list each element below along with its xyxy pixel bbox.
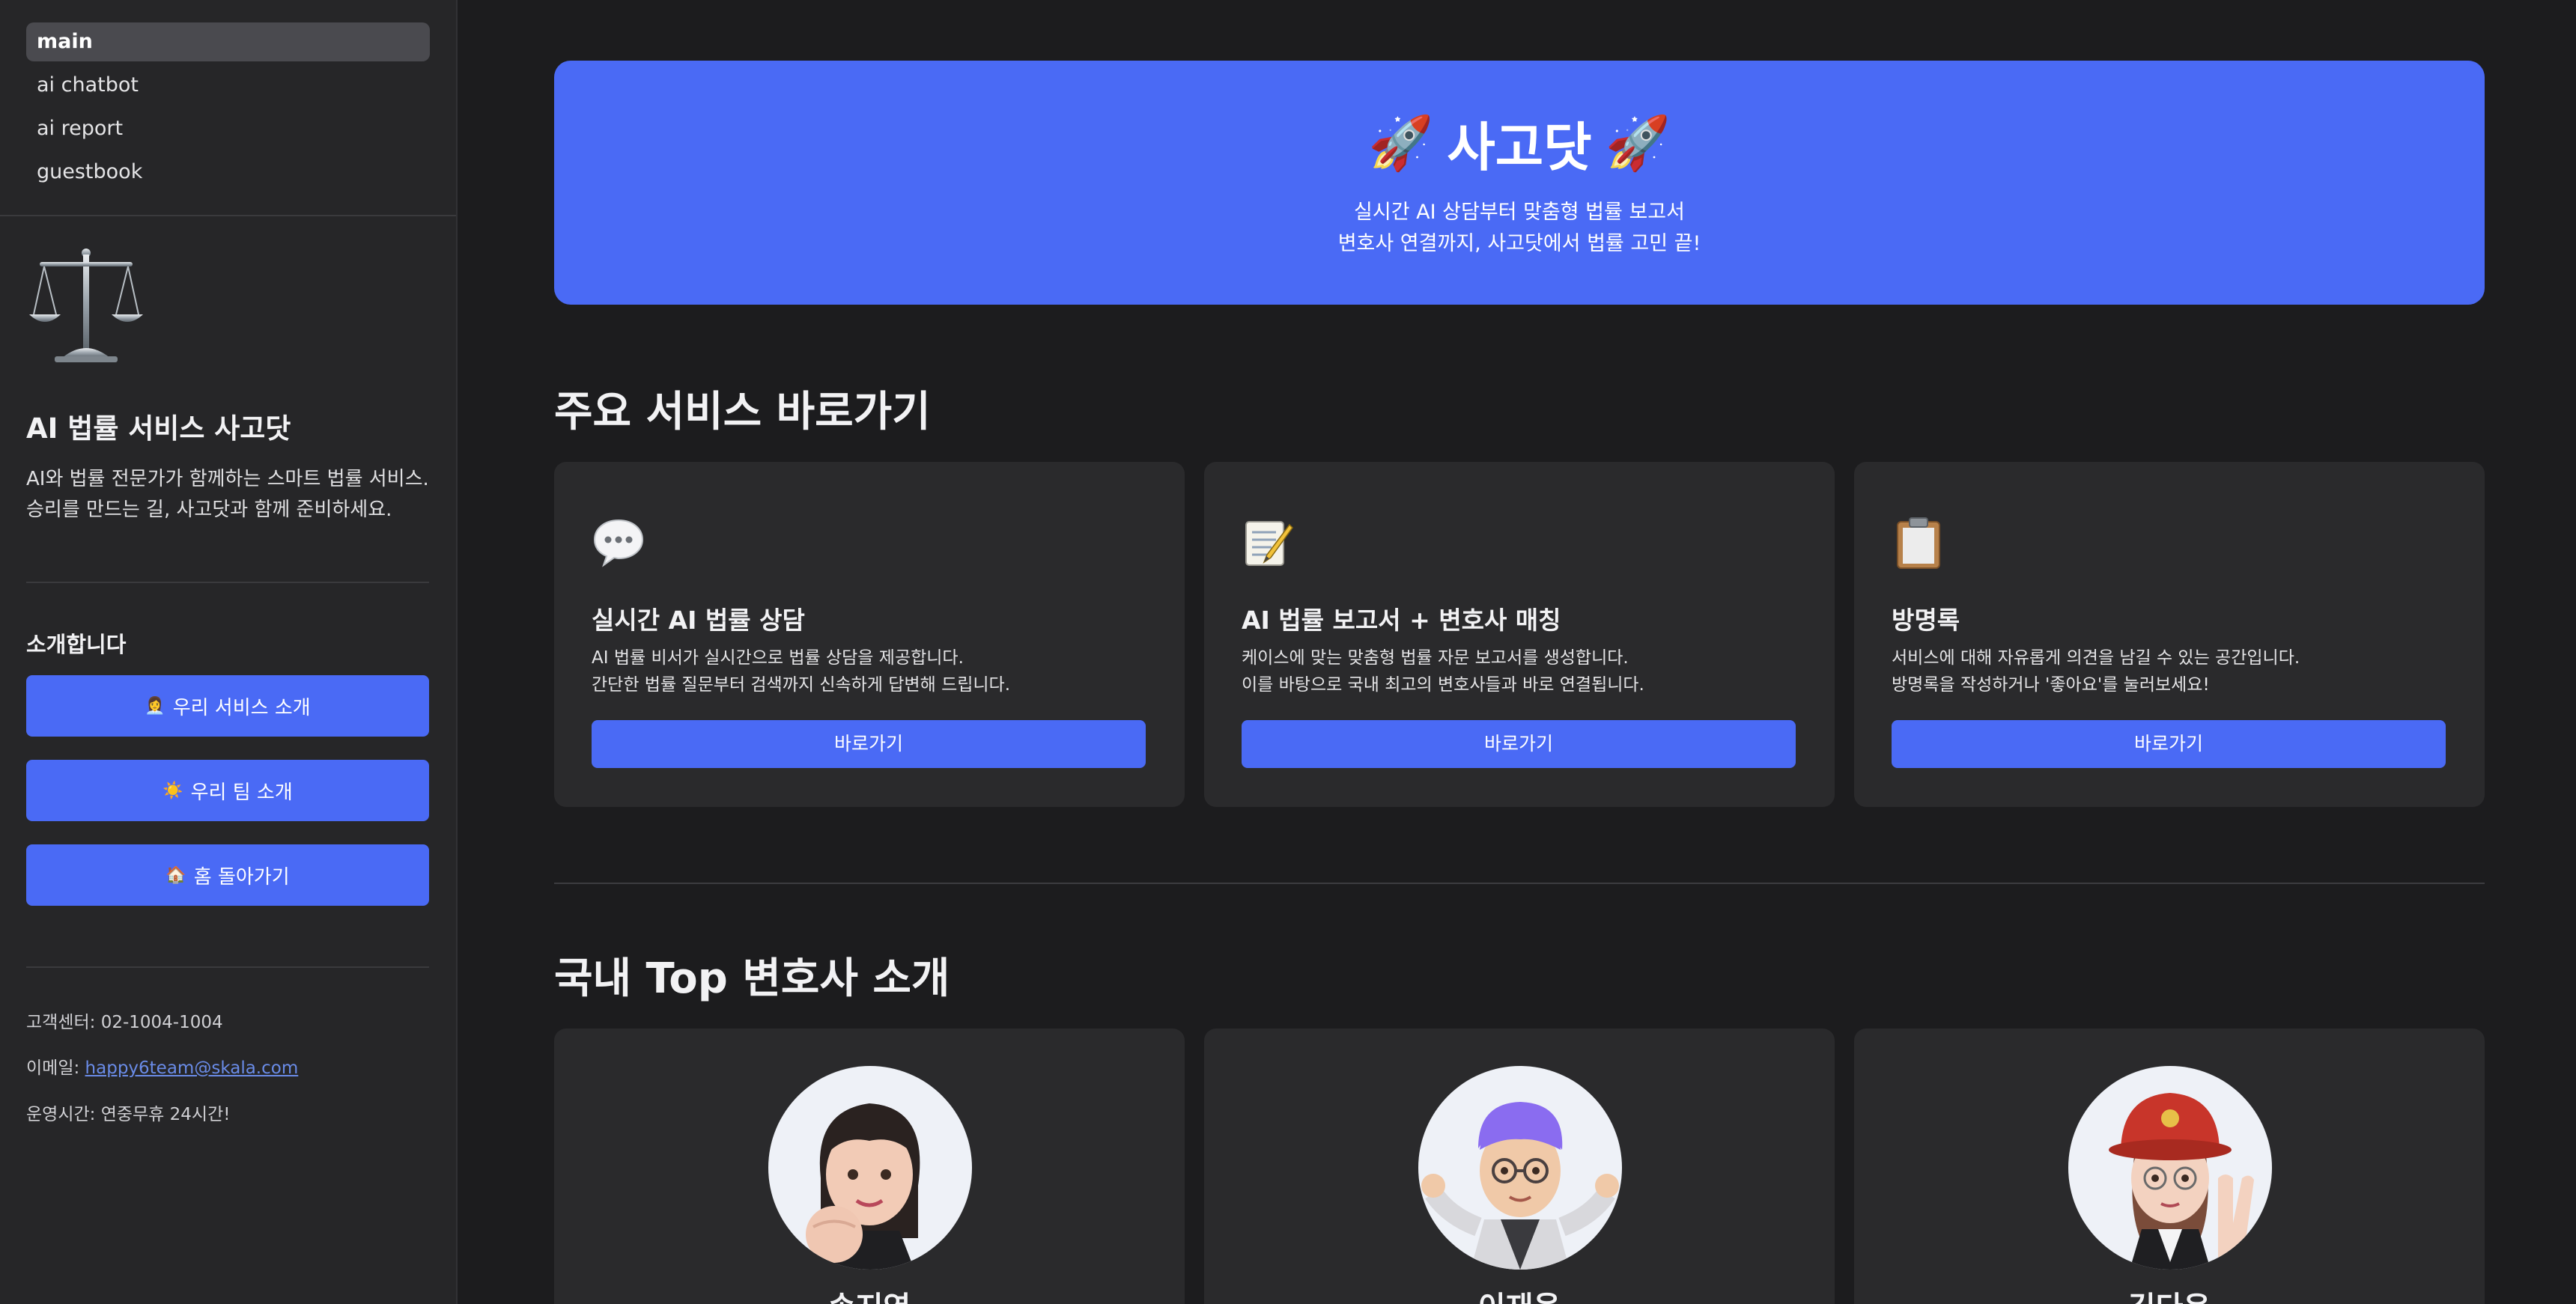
lawyer-card: 김다은 bbox=[1854, 1029, 2485, 1304]
rocket-icon: 🚀 bbox=[1605, 112, 1671, 174]
intro-heading: 소개합니다 bbox=[26, 632, 127, 657]
service-card-desc-line-2: 방명록을 작성하거나 '좋아요'를 눌러보세요! bbox=[1892, 675, 2210, 695]
service-card-desc-line-1: 케이스에 맞는 맞춤형 법률 자문 보고서를 생성합니다. bbox=[1242, 648, 1629, 668]
lawyer-avatar bbox=[768, 1066, 972, 1270]
go-chat-button[interactable]: 바로가기 bbox=[592, 720, 1146, 768]
service-intro-button[interactable]: 👩‍💼 우리 서비스 소개 bbox=[26, 675, 429, 737]
nav-item-ai-report[interactable]: ai report bbox=[26, 109, 430, 148]
service-card-desc-line-1: AI 법률 비서가 실시간으로 법률 상담을 제공합니다. bbox=[592, 648, 964, 668]
lawyer-name: 김다은 bbox=[1854, 1283, 2485, 1304]
hero-banner: 🚀 사고닷 🚀 실시간 AI 상담부터 맞춤형 법률 보고서 변호사 연결까지,… bbox=[554, 61, 2485, 305]
service-card-desc-line-2: 이를 바탕으로 국내 최고의 변호사들과 바로 연결됩니다. bbox=[1242, 675, 1644, 695]
service-card-report: AI 법률 보고서 + 변호사 매칭 케이스에 맞는 맞춤형 법률 자문 보고서… bbox=[1204, 462, 1835, 807]
lawyer-name: 이재웅 bbox=[1204, 1283, 1835, 1304]
service-card-description: 케이스에 맞는 맞춤형 법률 자문 보고서를 생성합니다. 이를 바탕으로 국내… bbox=[1242, 645, 1644, 698]
clipboard-icon bbox=[1897, 517, 1940, 569]
speech-bubble-icon bbox=[593, 519, 644, 567]
service-card-title: AI 법률 보고서 + 변호사 매칭 bbox=[1242, 606, 1561, 635]
hero-subtitle-line-2: 변호사 연결까지, 사고닷에서 법률 고민 끝! bbox=[1337, 232, 1701, 255]
memo-icon bbox=[1245, 521, 1293, 566]
hero-subtitle-line-1: 실시간 AI 상담부터 맞춤형 법률 보고서 bbox=[1354, 201, 1685, 224]
woman-firefighter-hat-avatar bbox=[2109, 1093, 2254, 1270]
man-purple-hair-shrug-avatar bbox=[1421, 1102, 1619, 1270]
lawyer-card: 송지영 bbox=[554, 1029, 1185, 1304]
lawyer-name: 송지영 bbox=[554, 1283, 1185, 1304]
rocket-icon: 🚀 bbox=[1368, 112, 1434, 174]
lawyer-avatar bbox=[2068, 1066, 2272, 1270]
sidebar-divider bbox=[26, 582, 429, 583]
service-card-description: 서비스에 대해 자유롭게 의견을 남길 수 있는 공간입니다. 방명록을 작성하… bbox=[1892, 645, 2300, 698]
section-divider bbox=[554, 883, 2485, 884]
service-card-title: 방명록 bbox=[1892, 606, 1960, 635]
lawyers-heading: 국내 Top 변호사 소개 bbox=[554, 954, 950, 1003]
home-button-label: 홈 돌아가기 bbox=[193, 865, 290, 889]
sidebar: main ai chatbot ai report guestbook AI 법… bbox=[0, 0, 458, 1304]
services-heading: 주요 서비스 바로가기 bbox=[554, 388, 931, 436]
scales-of-justice-icon bbox=[29, 249, 143, 362]
service-card-title: 실시간 AI 법률 상담 bbox=[592, 606, 805, 635]
sidebar-title: AI 법률 서비스 사고닷 bbox=[26, 412, 291, 445]
sun-icon: ☀️ bbox=[162, 781, 183, 800]
contact-hours: 운영시간: 연중무휴 24시간! bbox=[26, 1105, 231, 1124]
service-card-description: AI 법률 비서가 실시간으로 법률 상담을 제공합니다. 간단한 법률 질문부… bbox=[592, 645, 1010, 698]
team-intro-button[interactable]: ☀️ 우리 팀 소개 bbox=[26, 760, 429, 821]
go-guestbook-button[interactable]: 바로가기 bbox=[1892, 720, 2446, 768]
team-intro-button-label: 우리 팀 소개 bbox=[190, 781, 293, 804]
lawyer-avatar bbox=[1418, 1066, 1622, 1270]
sidebar-description: AI와 법률 전문가가 함께하는 스마트 법률 서비스. 승리를 만드는 길, … bbox=[26, 464, 429, 525]
nav-item-ai-chatbot[interactable]: ai chatbot bbox=[26, 66, 430, 105]
house-icon: 🏠 bbox=[165, 865, 186, 885]
home-button[interactable]: 🏠 홈 돌아가기 bbox=[26, 844, 429, 906]
contact-email: 이메일: happy6team@skala.com bbox=[26, 1053, 298, 1079]
lawyer-card: 이재웅 bbox=[1204, 1029, 1835, 1304]
service-card-desc-line-1: 서비스에 대해 자유롭게 의견을 남길 수 있는 공간입니다. bbox=[1892, 648, 2300, 668]
service-card-chat: 실시간 AI 법률 상담 AI 법률 비서가 실시간으로 법률 상담을 제공합니… bbox=[554, 462, 1185, 807]
woman-office-worker-icon: 👩‍💼 bbox=[145, 696, 165, 716]
contact-email-link[interactable]: happy6team@skala.com bbox=[85, 1058, 299, 1078]
service-card-desc-line-2: 간단한 법률 질문부터 검색까지 신속하게 답변해 드립니다. bbox=[592, 675, 1011, 695]
hero-title-text: 사고닷 bbox=[1447, 117, 1592, 178]
go-report-button[interactable]: 바로가기 bbox=[1242, 720, 1796, 768]
service-intro-button-label: 우리 서비스 소개 bbox=[172, 696, 311, 719]
sidebar-divider-2 bbox=[26, 966, 429, 968]
nav-item-guestbook[interactable]: guestbook bbox=[26, 153, 430, 192]
sidebar-desc-line-1: AI와 법률 전문가가 함께하는 스마트 법률 서비스. bbox=[26, 468, 429, 490]
nav-item-main[interactable]: main bbox=[26, 22, 430, 61]
service-card-guestbook: 방명록 서비스에 대해 자유롭게 의견을 남길 수 있는 공간입니다. 방명록을… bbox=[1854, 462, 2485, 807]
sidebar-desc-line-2: 승리를 만드는 길, 사고닷과 함께 준비하세요. bbox=[26, 499, 392, 521]
sidebar-nav: main ai chatbot ai report guestbook bbox=[0, 0, 456, 192]
contact-phone: 고객센터: 02-1004-1004 bbox=[26, 1013, 223, 1032]
hero-title: 🚀 사고닷 🚀 bbox=[554, 106, 2485, 181]
nav-divider bbox=[0, 215, 456, 216]
woman-bangs-fist-avatar bbox=[806, 1103, 920, 1270]
hero-subtitle: 실시간 AI 상담부터 맞춤형 법률 보고서 변호사 연결까지, 사고닷에서 법… bbox=[554, 197, 2485, 260]
contact-email-label: 이메일: bbox=[26, 1058, 85, 1078]
